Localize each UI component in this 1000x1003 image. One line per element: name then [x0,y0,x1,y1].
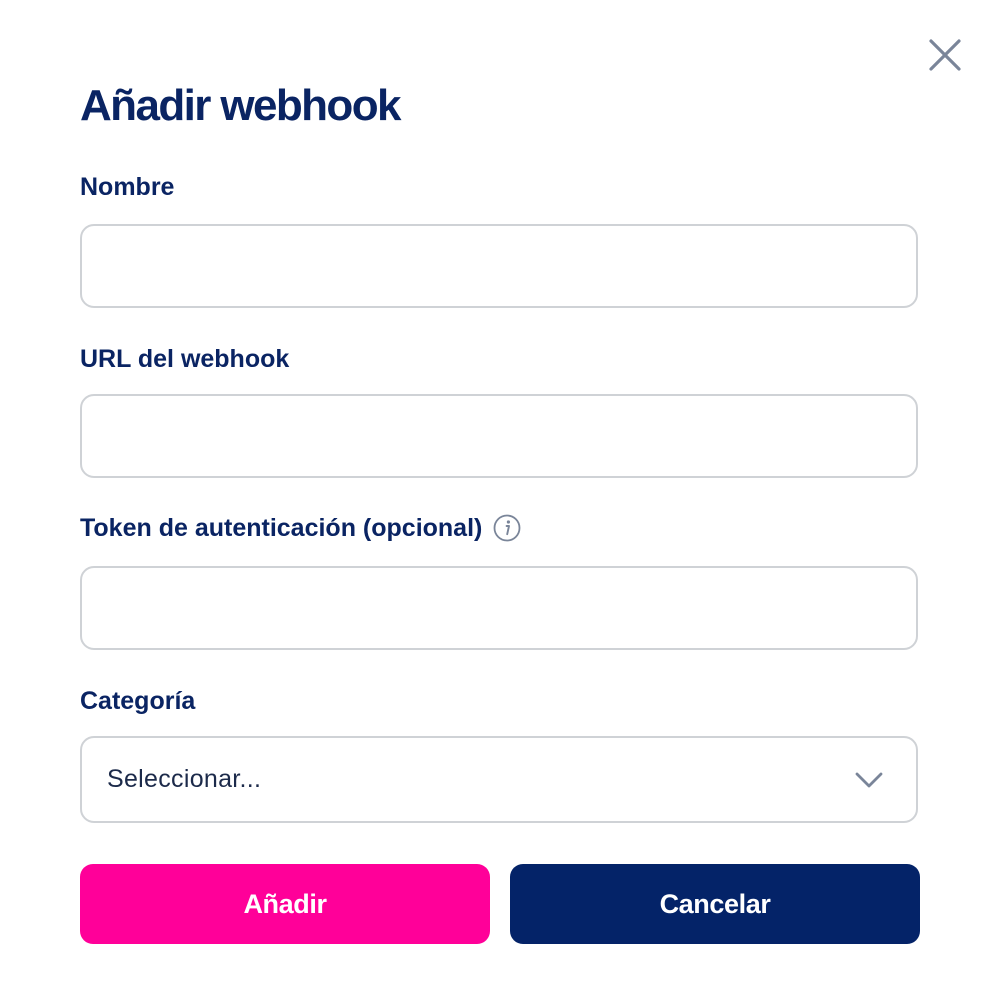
cancel-button[interactable]: Cancelar [510,864,920,944]
name-input[interactable] [80,224,918,308]
info-icon[interactable] [492,513,522,543]
add-button[interactable]: Añadir [80,864,490,944]
category-label: Categoría [80,687,196,715]
token-label-row: Token de autenticación (opcional) [80,513,522,543]
webhook-url-label: URL del webhook [80,345,290,373]
close-button[interactable] [926,36,964,74]
webhook-url-input[interactable] [80,394,918,478]
category-select[interactable]: Seleccionar... [80,736,918,823]
close-icon [926,36,964,74]
chevron-down-icon [854,765,884,795]
auth-token-input[interactable] [80,566,918,650]
name-label: Nombre [80,173,175,201]
dialog-title: Añadir webhook [80,81,401,130]
token-label: Token de autenticación (opcional) [80,514,483,542]
category-select-value: Seleccionar... [107,765,262,793]
